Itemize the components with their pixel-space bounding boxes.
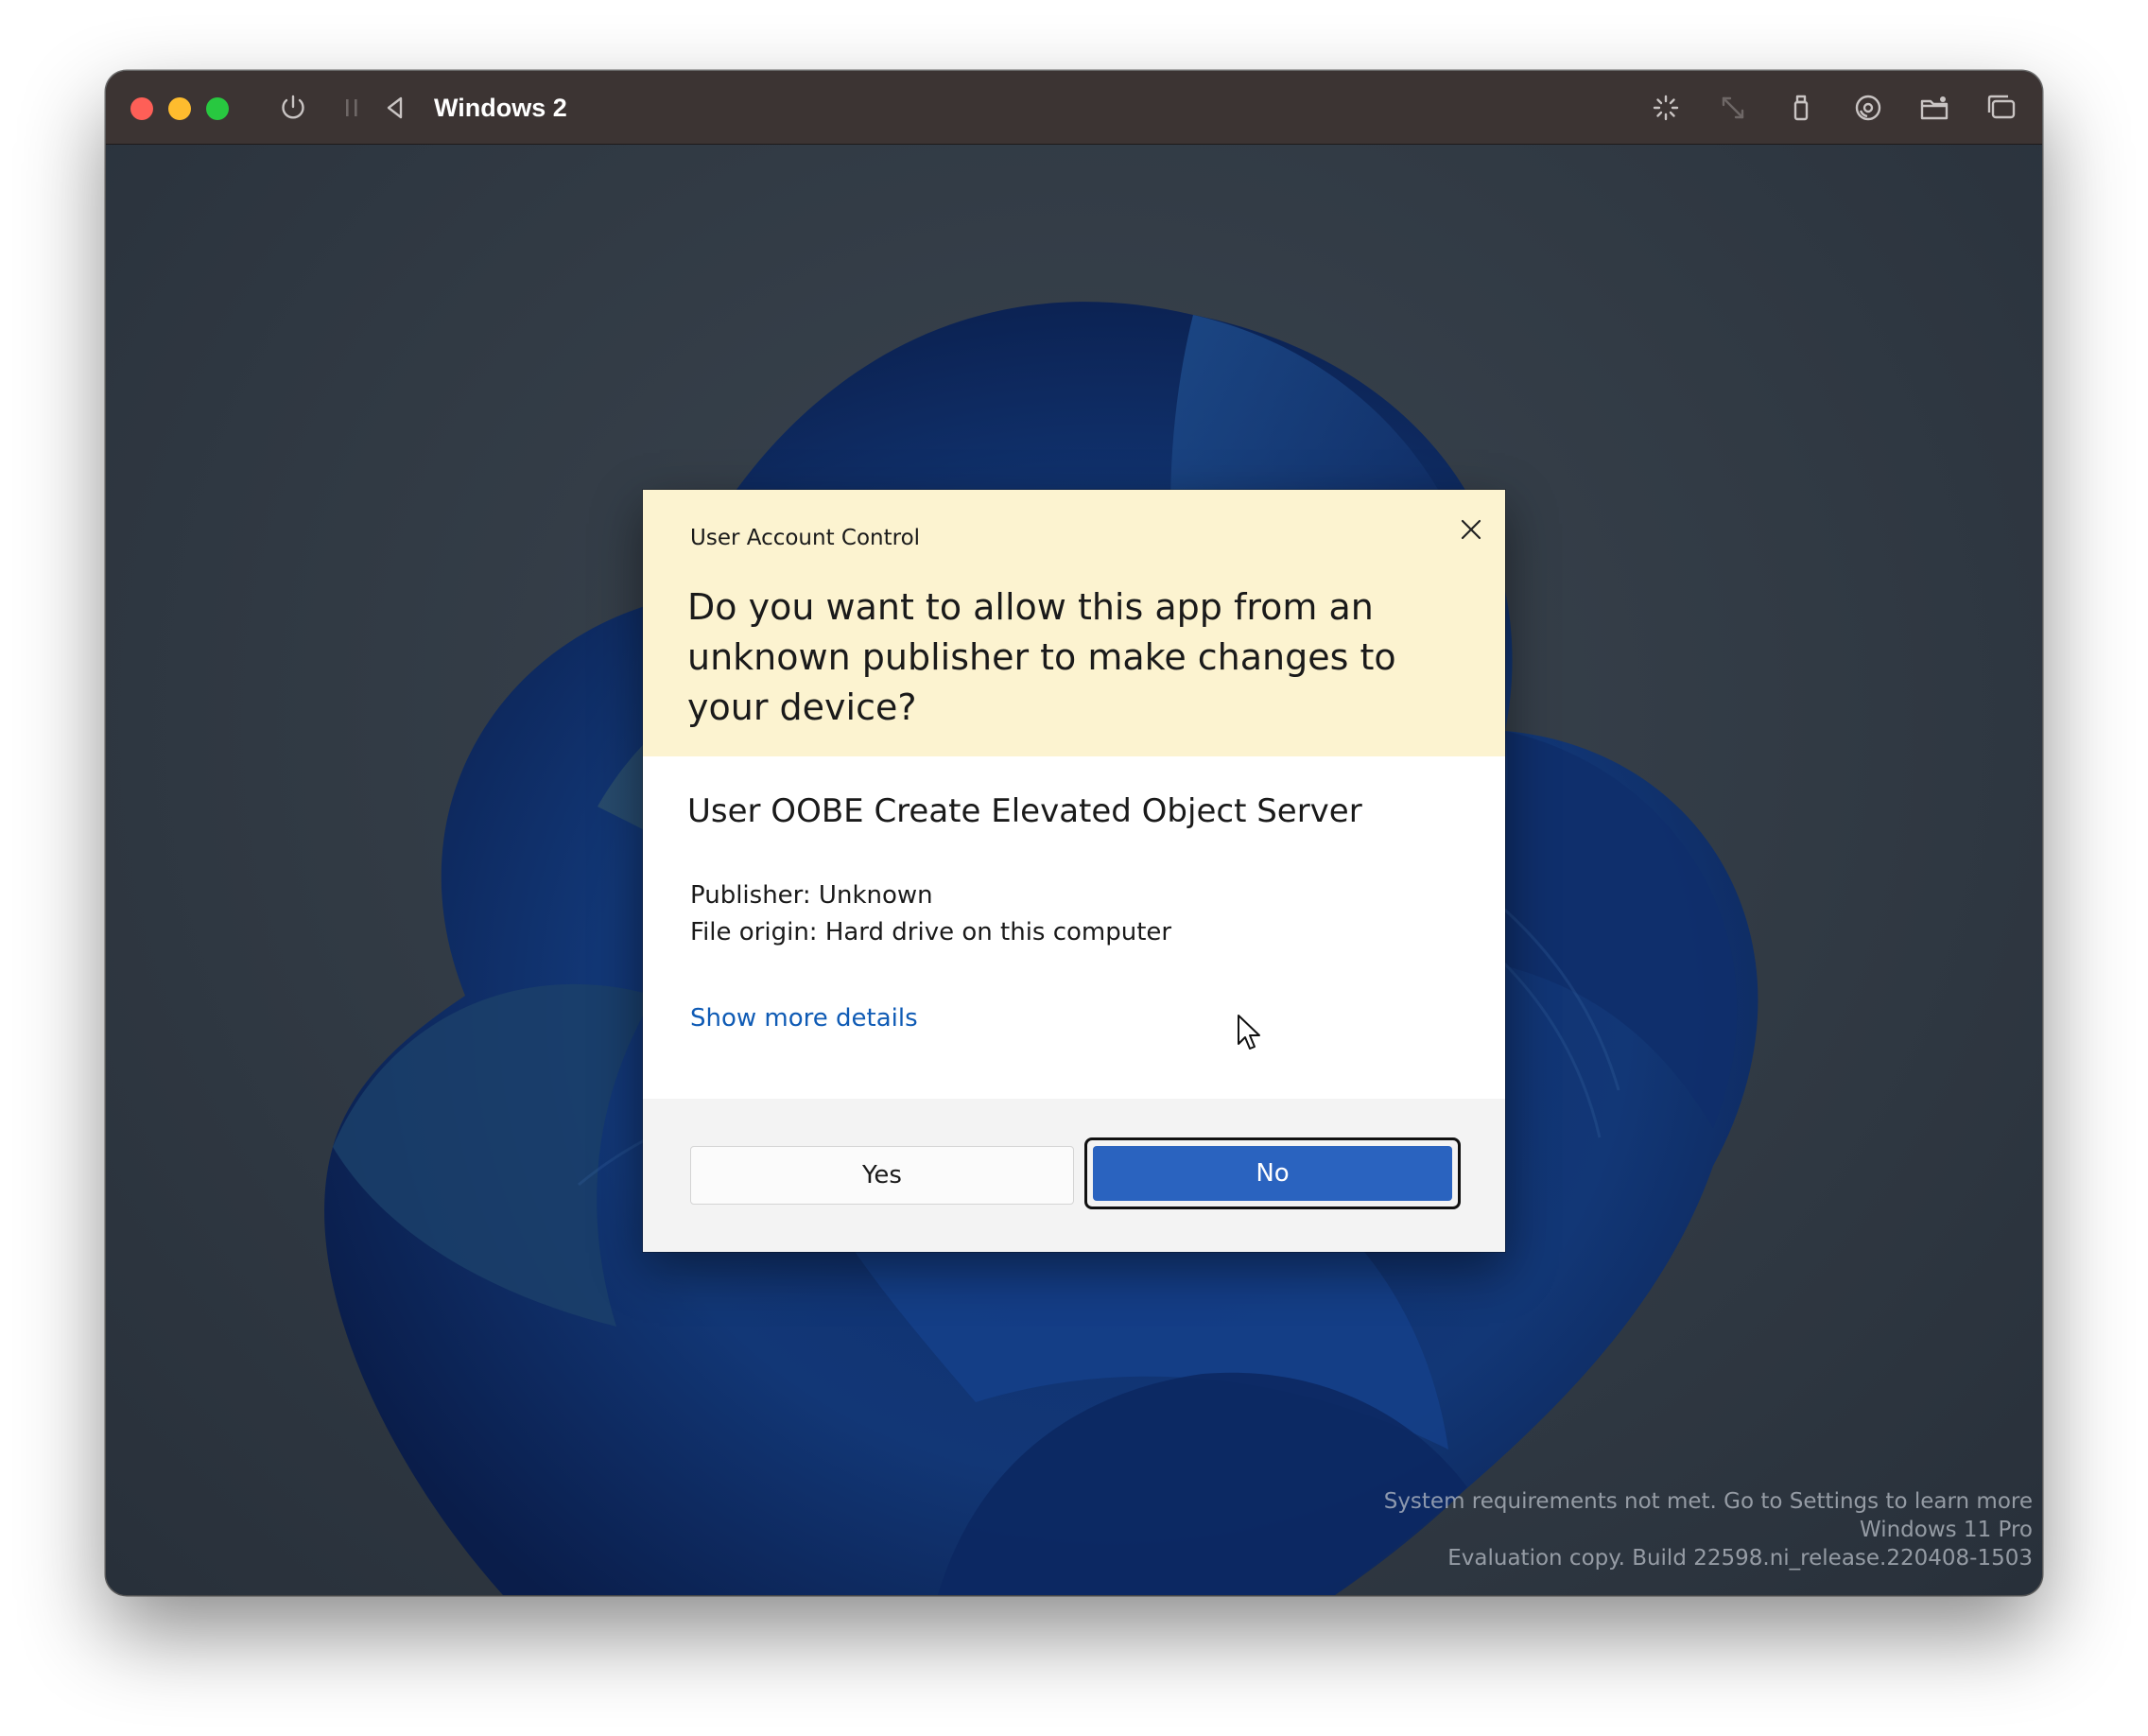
windows-icon[interactable]: [1983, 90, 2019, 126]
watermark-line-2: Windows 11 Pro: [1859, 1518, 2033, 1542]
uac-question: Do you want to allow this app from an un…: [687, 586, 1396, 728]
maximize-window-button[interactable]: [206, 97, 229, 120]
uac-footer: Yes No: [643, 1099, 1505, 1252]
publisher-text: Publisher: Unknown: [690, 881, 933, 910]
app-name: User OOBE Create Elevated Object Server: [687, 792, 1362, 830]
file-origin-text: File origin: Hard drive on this computer: [690, 918, 1172, 946]
minimize-window-button[interactable]: [168, 97, 191, 120]
mouse-cursor-icon: [1236, 1014, 1264, 1053]
disc-icon[interactable]: [1850, 90, 1886, 126]
uac-header: User Account Control Do you want to allo…: [643, 490, 1505, 756]
app-info: Publisher: Unknown File origin: Hard dri…: [690, 877, 1171, 951]
resize-icon[interactable]: [1715, 90, 1751, 126]
usb-icon[interactable]: [1783, 90, 1819, 126]
watermark-line-1: System requirements not met. Go to Setti…: [1383, 1489, 2033, 1514]
pause-icon[interactable]: [334, 90, 370, 126]
brightness-icon[interactable]: [1648, 90, 1684, 126]
back-icon[interactable]: [377, 90, 413, 126]
close-icon[interactable]: [1452, 511, 1490, 548]
power-icon[interactable]: [275, 90, 311, 126]
uac-caption: User Account Control: [690, 526, 921, 550]
yes-button[interactable]: Yes: [690, 1146, 1074, 1205]
no-button[interactable]: No: [1093, 1146, 1452, 1201]
watermark-line-3: Evaluation copy. Build 22598.ni_release.…: [1447, 1546, 2033, 1571]
close-window-button[interactable]: [130, 97, 153, 120]
uac-dialog: User Account Control Do you want to allo…: [643, 490, 1505, 1252]
activation-watermark: System requirements not met. Go to Setti…: [1182, 1487, 2033, 1572]
titlebar: Windows 2: [106, 71, 2042, 145]
shared-folder-icon[interactable]: [1916, 90, 1952, 126]
show-more-details-link[interactable]: Show more details: [690, 1004, 918, 1033]
window-title: Windows 2: [434, 94, 567, 122]
